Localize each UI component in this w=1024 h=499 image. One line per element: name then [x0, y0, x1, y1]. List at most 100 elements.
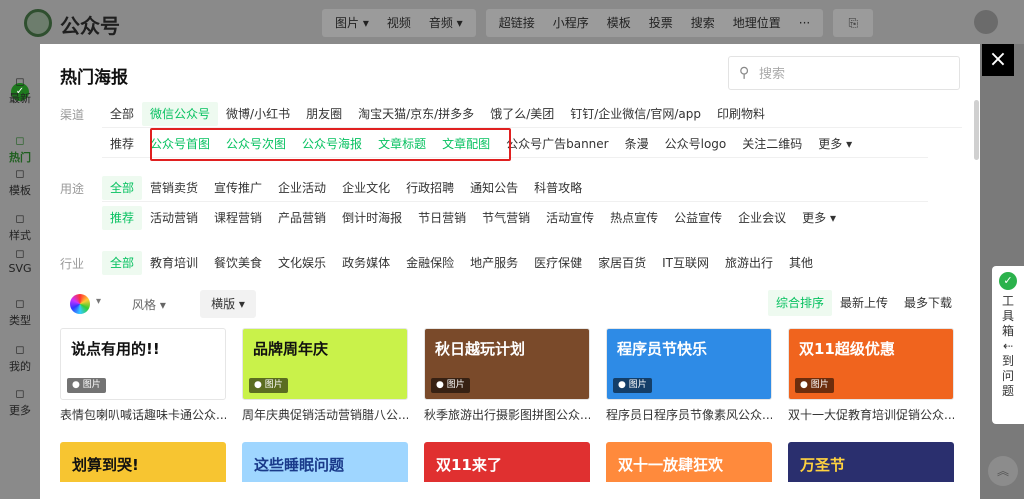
nav-item-类型[interactable]: ◻ 类型	[0, 298, 40, 328]
industry-option[interactable]: 医疗保健	[526, 251, 590, 275]
channel-option[interactable]: 饿了么/美团	[482, 102, 562, 126]
channel-sub-option[interactable]: 公众号首图	[142, 132, 218, 156]
usage-sub-option[interactable]: 活动宣传	[538, 206, 602, 230]
scroll-top-button[interactable]: ︽	[988, 456, 1018, 486]
poster-thumbnail[interactable]: 程序员节快乐 ● 图片	[606, 328, 772, 400]
poster-thumbnail[interactable]: 这些睡眠问题	[242, 442, 408, 482]
top-menu-item[interactable]: ···	[790, 9, 819, 37]
usage-option[interactable]: 全部	[102, 175, 143, 200]
channel-option[interactable]: 全部	[102, 102, 142, 126]
usage-sub-option[interactable]: 节气营销	[474, 206, 538, 230]
top-menu-item[interactable]: 模板	[598, 9, 640, 37]
poster-card[interactable]: 双十一放肆狂欢	[606, 442, 772, 482]
search-box[interactable]: ⚲	[728, 56, 960, 90]
industry-option[interactable]: 旅游出行	[717, 251, 781, 275]
usage-option[interactable]: 科普攻略	[526, 176, 590, 200]
channel-option[interactable]: 印刷物料	[709, 102, 773, 126]
channel-sub-option[interactable]: 文章配图	[434, 132, 498, 156]
poster-card[interactable]: 双11来了	[424, 442, 590, 482]
close-button[interactable]: ×	[982, 44, 1014, 76]
poster-card[interactable]: 双11超级优惠 ● 图片 双十一大促教育培训促销公众...	[788, 328, 954, 423]
usage-sub-option[interactable]: 企业会议	[730, 206, 794, 230]
toolbox-panel[interactable]: ✓ 工具箱 ⇠ 到问题	[992, 266, 1024, 424]
channel-sub-option[interactable]: 公众号广告banner	[498, 132, 617, 156]
usage-sub-option[interactable]: 更多 ▾	[794, 206, 844, 230]
nav-item-更多[interactable]: ◻ 更多	[0, 388, 40, 418]
top-menu-item[interactable]: 投票	[640, 9, 682, 37]
search-input[interactable]	[759, 63, 949, 85]
poster-caption[interactable]: 秋季旅游出行摄影图拼图公众...	[424, 406, 590, 423]
channel-sub-option[interactable]: 文章标题	[370, 132, 434, 156]
usage-option[interactable]: 行政招聘	[398, 176, 462, 200]
usage-option[interactable]: 企业文化	[334, 176, 398, 200]
usage-sub-option[interactable]: 活动营销	[142, 206, 206, 230]
sort-option[interactable]: 最多下载	[896, 290, 960, 316]
industry-option[interactable]: 教育培训	[142, 251, 206, 275]
nav-item-模板[interactable]: ◻ 模板	[0, 168, 40, 198]
channel-sub-option[interactable]: 公众号logo	[657, 132, 735, 156]
top-menu-item[interactable]: 视频	[378, 9, 420, 37]
industry-option[interactable]: 全部	[102, 251, 143, 275]
channel-sub-option[interactable]: 公众号海报	[294, 132, 370, 156]
color-filter-icon[interactable]	[70, 294, 90, 314]
top-menu-item[interactable]: 音频 ▾	[420, 9, 472, 37]
usage-sub-option[interactable]: 节日营销	[410, 206, 474, 230]
top-menu-item[interactable]: 小程序	[544, 9, 598, 37]
poster-thumbnail[interactable]: 双十一放肆狂欢	[606, 442, 772, 482]
poster-thumbnail[interactable]: 说点有用的!! ● 图片	[60, 328, 226, 400]
poster-caption[interactable]: 周年庆典促销活动营销腊八公...	[242, 406, 408, 423]
industry-option[interactable]: 餐饮美食	[206, 251, 270, 275]
nav-item-我的[interactable]: ◻ 我的	[0, 344, 40, 374]
poster-thumbnail[interactable]: 品牌周年庆 ● 图片	[242, 328, 408, 400]
poster-thumbnail[interactable]: 秋日越玩计划 ● 图片	[424, 328, 590, 400]
poster-card[interactable]: 品牌周年庆 ● 图片周年庆典促销活动营销腊八公...	[242, 328, 408, 423]
usage-sub-option[interactable]: 公益宣传	[666, 206, 730, 230]
orientation-dropdown[interactable]: 横版 ▾	[200, 290, 256, 318]
channel-option[interactable]: 淘宝天猫/京东/拼多多	[350, 102, 482, 126]
usage-option[interactable]: 通知公告	[462, 176, 526, 200]
usage-option[interactable]: 宣传推广	[206, 176, 270, 200]
channel-sub-option[interactable]: 条漫	[617, 132, 657, 156]
top-menu-item[interactable]: 搜索	[682, 9, 724, 37]
top-menu-item[interactable]: 超链接	[490, 9, 544, 37]
poster-card[interactable]: 划算到哭!	[60, 442, 226, 482]
nav-item-最新[interactable]: ◻ 最新	[0, 76, 40, 106]
channel-sub-option[interactable]: 关注二维码	[734, 132, 810, 156]
usage-option[interactable]: 营销卖货	[142, 176, 206, 200]
industry-option[interactable]: IT互联网	[654, 251, 717, 275]
industry-option[interactable]: 金融保险	[398, 251, 462, 275]
poster-card[interactable]: 程序员节快乐 ● 图片程序员日程序员节像素风公众...	[606, 328, 772, 423]
poster-card[interactable]: 这些睡眠问题	[242, 442, 408, 482]
style-dropdown[interactable]: 风格 ▾	[132, 296, 166, 313]
avatar[interactable]	[974, 10, 998, 34]
usage-sub-option[interactable]: 课程营销	[206, 206, 270, 230]
usage-sub-option[interactable]: 推荐	[102, 206, 143, 230]
channel-option[interactable]: 钉钉/企业微信/官网/app	[562, 102, 709, 126]
poster-card[interactable]: 说点有用的!! ● 图片表情包喇叭喊话趣味卡通公众...	[60, 328, 226, 423]
edit-icon[interactable]: ⎘	[833, 9, 874, 37]
nav-item-热门[interactable]: ◻ 热门	[0, 135, 40, 165]
usage-sub-option[interactable]: 产品营销	[270, 206, 334, 230]
poster-caption[interactable]: 双十一大促教育培训促销公众...	[788, 406, 954, 423]
industry-option[interactable]: 地产服务	[462, 251, 526, 275]
poster-thumbnail[interactable]: 划算到哭!	[60, 442, 226, 482]
channel-option[interactable]: 微博/小红书	[218, 102, 298, 126]
industry-option[interactable]: 家居百货	[590, 251, 654, 275]
industry-option[interactable]: 其他	[781, 251, 821, 275]
channel-sub-option[interactable]: 更多 ▾	[810, 132, 860, 156]
poster-card[interactable]: 秋日越玩计划 ● 图片秋季旅游出行摄影图拼图公众...	[424, 328, 590, 423]
channel-option[interactable]: 微信公众号	[142, 101, 219, 126]
top-menu-item[interactable]: 地理位置	[724, 9, 790, 37]
poster-caption[interactable]: 程序员日程序员节像素风公众...	[606, 406, 772, 423]
channel-sub-option[interactable]: 公众号次图	[218, 132, 294, 156]
poster-caption[interactable]: 表情包喇叭喊话趣味卡通公众...	[60, 406, 226, 423]
usage-sub-option[interactable]: 倒计时海报	[334, 206, 410, 230]
sort-option[interactable]: 最新上传	[832, 290, 896, 316]
poster-card[interactable]: 万圣节	[788, 442, 954, 482]
sort-option[interactable]: 综合排序	[767, 290, 832, 316]
usage-option[interactable]: 企业活动	[270, 176, 334, 200]
nav-item-SVG[interactable]: ◻ SVG	[0, 248, 40, 276]
industry-option[interactable]: 文化娱乐	[270, 251, 334, 275]
industry-option[interactable]: 政务媒体	[334, 251, 398, 275]
channel-sub-option[interactable]: 推荐	[102, 132, 142, 156]
